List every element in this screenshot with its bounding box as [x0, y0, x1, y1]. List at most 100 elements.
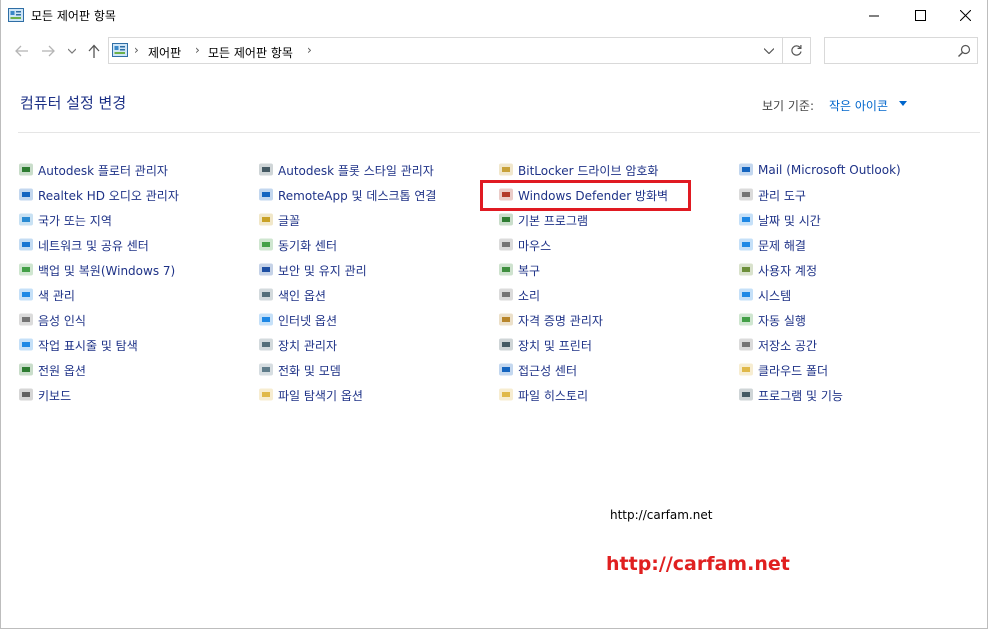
up-button[interactable] — [84, 40, 104, 62]
control-panel-item[interactable]: 전화 및 모뎀 — [258, 359, 341, 381]
address-history-button[interactable] — [756, 38, 782, 63]
control-panel-item[interactable]: 관리 도구 — [738, 184, 806, 206]
clock-icon — [739, 213, 753, 226]
taskbar-icon — [19, 338, 33, 351]
breadcrumb-all-items[interactable]: 모든 제어판 항목 — [208, 44, 293, 61]
control-panel-item[interactable]: 소리 — [498, 284, 540, 306]
control-panel-item[interactable]: 프로그램 및 기능 — [738, 384, 843, 406]
back-button[interactable] — [12, 40, 32, 62]
item-label: 소리 — [518, 288, 541, 303]
item-label: 네트워크 및 공유 센터 — [38, 238, 149, 253]
control-panel-icon — [8, 8, 24, 22]
chevron-right-icon[interactable]: › — [307, 43, 312, 57]
forward-button[interactable] — [38, 40, 58, 62]
control-panel-item[interactable]: 네트워크 및 공유 센터 — [18, 234, 149, 256]
control-panel-item[interactable]: 복구 — [498, 259, 540, 281]
control-panel-item[interactable]: 백업 및 복원(Windows 7) — [18, 259, 175, 281]
maximize-button[interactable] — [897, 0, 943, 31]
control-panel-item[interactable]: 색인 옵션 — [258, 284, 326, 306]
control-panel-item[interactable]: 장치 및 프린터 — [498, 334, 592, 356]
item-label: RemoteApp 및 데스크톱 연결 — [278, 188, 437, 203]
network-icon — [19, 238, 33, 251]
item-label: 백업 및 복원(Windows 7) — [38, 263, 176, 278]
control-panel-item[interactable]: 음성 인식 — [18, 309, 86, 331]
item-label: Autodesk 플롯 스타일 관리자 — [278, 163, 434, 178]
arrow-right-icon — [42, 45, 55, 57]
mouse-icon — [499, 238, 513, 251]
window-title: 모든 제어판 항목 — [31, 9, 116, 23]
address-bar[interactable]: › 제어판 › 모든 제어판 항목 › — [108, 37, 783, 64]
item-label: 전원 옵션 — [38, 363, 86, 378]
control-panel-item[interactable]: 자격 증명 관리자 — [498, 309, 603, 331]
item-label: 파일 히스토리 — [518, 388, 589, 403]
control-panel-item[interactable]: 키보드 — [18, 384, 71, 406]
item-label: 사용자 계정 — [758, 263, 818, 278]
minimize-button[interactable] — [851, 0, 897, 31]
control-panel-item[interactable]: 사용자 계정 — [738, 259, 817, 281]
watermark-small: http://carfam.net — [610, 508, 713, 522]
cloud-folder-icon — [739, 363, 753, 376]
watermark-big: http://carfam.net — [606, 553, 790, 575]
control-panel-item[interactable]: Realtek HD 오디오 관리자 — [18, 184, 179, 206]
control-panel-item[interactable]: Autodesk 플로터 관리자 — [18, 159, 168, 181]
title-bar: 모든 제어판 항목 — [0, 0, 988, 31]
chevron-right-icon[interactable]: › — [195, 43, 200, 57]
control-panel-item[interactable]: 파일 탐색기 옵션 — [258, 384, 363, 406]
control-panel-item[interactable]: Autodesk 플롯 스타일 관리자 — [258, 159, 434, 181]
control-panel-item[interactable]: 파일 히스토리 — [498, 384, 588, 406]
control-panel-item[interactable]: BitLocker 드라이브 암호화 — [498, 159, 658, 181]
control-panel-item[interactable]: 마우스 — [498, 234, 551, 256]
control-panel-item[interactable]: 날짜 및 시간 — [738, 209, 821, 231]
caret-down-icon[interactable] — [899, 101, 907, 106]
control-panel-item[interactable]: 클라우드 폴더 — [738, 359, 828, 381]
item-label: Mail (Microsoft Outlook) — [758, 163, 901, 177]
sync-icon — [259, 238, 273, 251]
control-panel-item[interactable]: 시스템 — [738, 284, 791, 306]
speaker-icon — [499, 288, 513, 301]
breadcrumb-control-panel[interactable]: 제어판 — [148, 44, 181, 61]
arrow-up-icon — [88, 44, 100, 58]
control-panel-item[interactable]: 전원 옵션 — [18, 359, 86, 381]
view-by-dropdown[interactable]: 작은 아이콘 — [829, 97, 888, 114]
control-panel-item[interactable]: 보안 및 유지 관리 — [258, 259, 367, 281]
control-panel-item[interactable]: 인터넷 옵션 — [258, 309, 337, 331]
item-label: 장치 및 프린터 — [518, 338, 592, 353]
storage-icon — [739, 338, 753, 351]
search-input[interactable] — [824, 37, 978, 64]
keyboard-icon — [19, 388, 33, 401]
refresh-button[interactable] — [783, 37, 811, 64]
folder-options-icon — [259, 388, 273, 401]
chevron-right-icon[interactable]: › — [134, 43, 139, 57]
item-label: 보안 및 유지 관리 — [278, 263, 367, 278]
control-panel-item[interactable]: 작업 표시줄 및 탐색 — [18, 334, 138, 356]
device-manager-icon — [259, 338, 273, 351]
item-label: 날짜 및 시간 — [758, 213, 821, 228]
chevron-down-icon — [764, 47, 774, 54]
recent-locations-button[interactable] — [62, 40, 82, 62]
control-panel-item[interactable]: 글꼴 — [258, 209, 300, 231]
control-panel-item[interactable]: 저장소 공간 — [738, 334, 817, 356]
font-icon — [259, 213, 273, 226]
control-panel-item[interactable]: 접근성 센터 — [498, 359, 577, 381]
search-icon — [958, 44, 971, 57]
control-panel-item[interactable]: Mail (Microsoft Outlook) — [738, 159, 901, 181]
control-panel-item[interactable]: RemoteApp 및 데스크톱 연결 — [258, 184, 436, 206]
item-label: 기본 프로그램 — [518, 213, 589, 228]
control-panel-item[interactable]: 동기화 센터 — [258, 234, 337, 256]
control-panel-item[interactable]: 자동 실행 — [738, 309, 806, 331]
control-panel-item[interactable]: 색 관리 — [18, 284, 75, 306]
control-panel-icon — [112, 43, 128, 57]
page-title: 컴퓨터 설정 변경 — [20, 94, 127, 112]
control-panel-item[interactable]: 장치 관리자 — [258, 334, 337, 356]
globe-region-icon — [19, 213, 33, 226]
troubleshoot-icon — [739, 238, 753, 251]
item-label: Realtek HD 오디오 관리자 — [38, 188, 179, 203]
item-label: 동기화 센터 — [278, 238, 338, 253]
control-panel-item[interactable]: 기본 프로그램 — [498, 209, 588, 231]
control-panel-item[interactable]: 국가 또는 지역 — [18, 209, 112, 231]
item-label: 전화 및 모뎀 — [278, 363, 341, 378]
close-button[interactable] — [942, 0, 988, 31]
plot-style-icon — [259, 163, 273, 176]
control-panel-item[interactable]: 문제 해결 — [738, 234, 806, 256]
item-label: BitLocker 드라이브 암호화 — [518, 163, 659, 178]
